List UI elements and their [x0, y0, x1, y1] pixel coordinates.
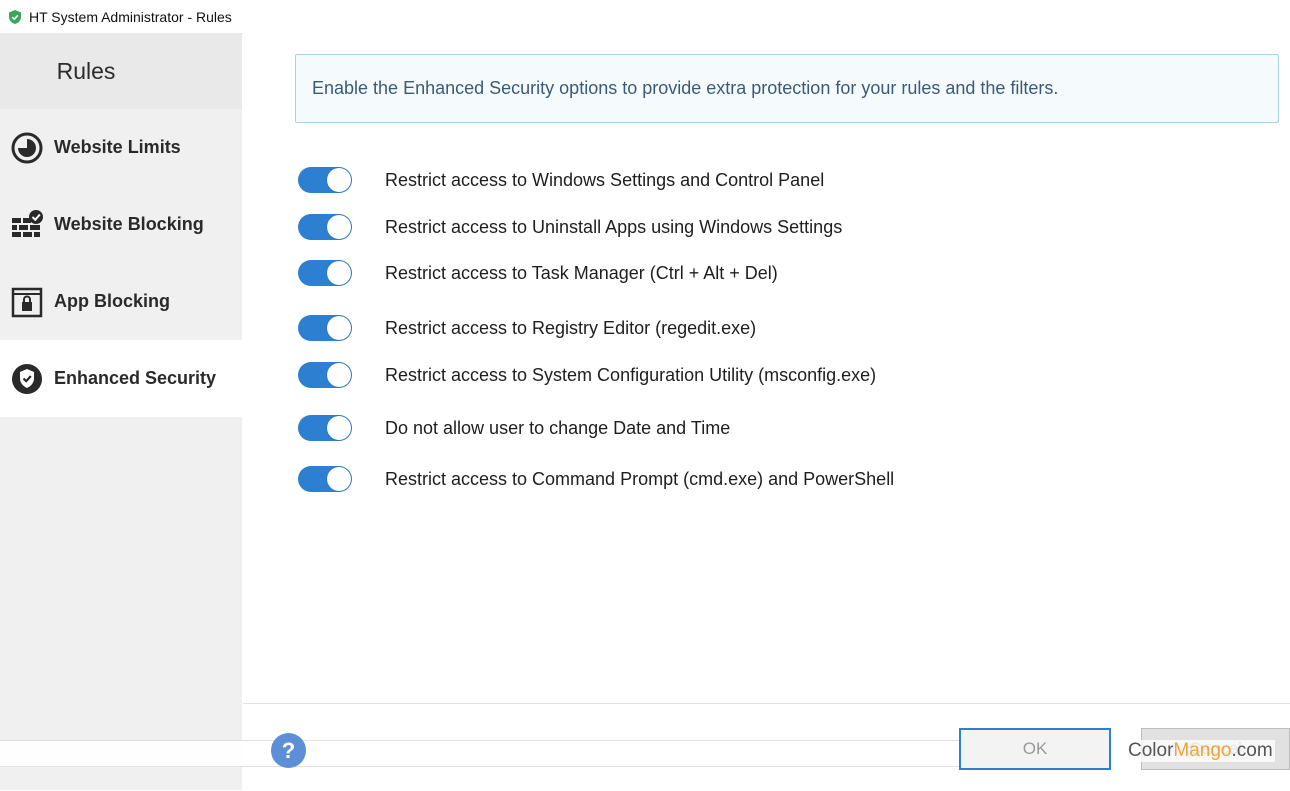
- watermark: ColorMango.com: [1126, 740, 1275, 762]
- toggle-switch[interactable]: [298, 466, 352, 492]
- option-row: Restrict access to Command Prompt (cmd.e…: [298, 464, 894, 494]
- window-title: HT System Administrator - Rules: [29, 8, 232, 25]
- sidebar-item-label: Website Limits: [54, 137, 181, 157]
- clock-icon: [11, 132, 43, 163]
- option-row: Restrict access to Uninstall Apps using …: [298, 212, 842, 242]
- sidebar-header: Rules: [0, 33, 242, 109]
- option-row: Restrict access to System Configuration …: [298, 360, 876, 390]
- sidebar-item-website-blocking[interactable]: Website Blocking: [0, 186, 242, 263]
- sidebar-item-app-blocking[interactable]: App Blocking: [0, 263, 242, 340]
- sidebar-item-label: App Blocking: [54, 291, 170, 311]
- watermark-part: Color: [1128, 740, 1174, 761]
- sidebar-title: Rules: [56, 57, 116, 84]
- toggle-knob: [327, 168, 351, 192]
- overlay-strip: [0, 740, 970, 767]
- brick-wall-check-icon: [12, 209, 43, 237]
- option-label: Restrict access to System Configuration …: [385, 364, 877, 385]
- toggle-switch[interactable]: [298, 167, 352, 193]
- help-button[interactable]: ?: [271, 733, 306, 768]
- sidebar-item-enhanced-security[interactable]: Enhanced Security: [0, 340, 242, 417]
- option-label: Do not allow user to change Date and Tim…: [385, 417, 731, 438]
- option-label: Restrict access to Registry Editor (rege…: [385, 317, 757, 338]
- sidebar-item-label: Website Blocking: [54, 214, 204, 234]
- help-icon: ?: [281, 737, 296, 763]
- info-text: Enable the Enhanced Security options to …: [312, 78, 1059, 98]
- option-label: Restrict access to Uninstall Apps using …: [385, 216, 843, 237]
- info-banner: Enable the Enhanced Security options to …: [295, 54, 1279, 123]
- sidebar: Rules Website Limits Website Blocking Ap…: [0, 33, 242, 790]
- toggle-switch[interactable]: [298, 415, 352, 441]
- toggle-switch[interactable]: [298, 315, 352, 341]
- toggle-knob: [327, 363, 351, 387]
- toggle-switch[interactable]: [298, 260, 352, 286]
- shield-app-icon: [9, 9, 21, 24]
- watermark-highlight: Mango: [1173, 740, 1232, 761]
- toggle-knob: [327, 416, 351, 440]
- toggle-knob: [327, 215, 351, 239]
- option-label: Restrict access to Task Manager (Ctrl + …: [385, 262, 778, 283]
- toggle-knob: [327, 467, 351, 491]
- option-label: Restrict access to Windows Settings and …: [385, 169, 825, 190]
- toggle-knob: [327, 261, 351, 285]
- option-row: Restrict access to Windows Settings and …: [298, 165, 824, 195]
- option-row: Restrict access to Task Manager (Ctrl + …: [298, 258, 778, 288]
- sidebar-item-website-limits[interactable]: Website Limits: [0, 109, 242, 186]
- title-bar: HT System Administrator - Rules: [0, 0, 1290, 34]
- option-row: Restrict access to Registry Editor (rege…: [298, 313, 756, 343]
- window-lock-icon: [11, 287, 43, 317]
- toggle-switch[interactable]: [298, 214, 352, 240]
- shield-check-icon: [12, 363, 42, 394]
- sidebar-item-label: Enhanced Security: [54, 368, 217, 388]
- ok-button[interactable]: OK: [959, 728, 1111, 770]
- option-label: Restrict access to Command Prompt (cmd.e…: [385, 468, 895, 489]
- watermark-part: .com: [1231, 740, 1273, 761]
- option-row: Do not allow user to change Date and Tim…: [298, 413, 730, 443]
- toggle-knob: [327, 316, 351, 340]
- toggle-switch[interactable]: [298, 362, 352, 388]
- main-panel: Enable the Enhanced Security options to …: [243, 33, 1290, 790]
